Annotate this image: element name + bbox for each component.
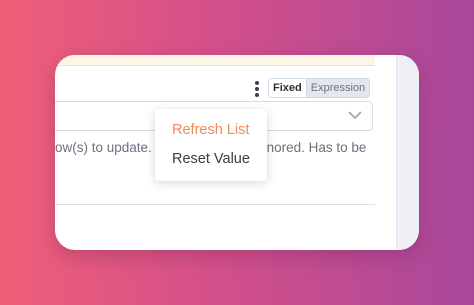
reset-value-menu-item[interactable]: Reset Value [155,145,267,174]
divider [55,204,375,205]
notice-banner [55,55,375,66]
expression-mode-option[interactable]: Expression [307,79,369,97]
parameter-panel: Fixed Expression ow(s) to update. If not… [55,55,419,250]
mode-toggle: Fixed Expression [268,78,371,98]
scrollbar-track[interactable] [396,55,419,250]
fixed-mode-option[interactable]: Fixed [269,79,307,97]
chevron-down-icon [348,111,362,120]
kebab-menu-icon[interactable] [253,81,261,97]
refresh-list-menu-item[interactable]: Refresh List [155,116,267,145]
options-dropdown-menu: Refresh List Reset Value [155,109,267,181]
